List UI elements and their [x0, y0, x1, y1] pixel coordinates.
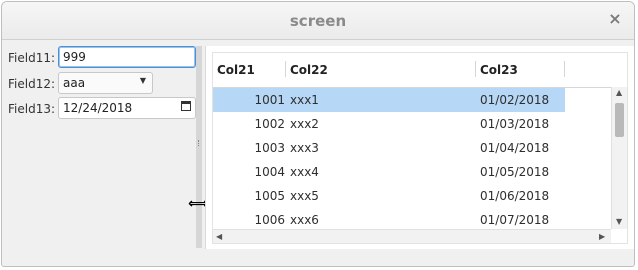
vertical-scroll-thumb[interactable]: [615, 103, 624, 137]
cell-col22: xxx5: [290, 189, 319, 203]
scroll-up-icon[interactable]: ▲: [616, 88, 622, 97]
cell-col22: xxx1: [290, 93, 319, 107]
table-panel: Col21 Col22 Col23 1001 xxx1 01/02/2018 1…: [205, 46, 634, 249]
form-panel: Field11: 999 Field12: aaa ▼ Field13: 12/…: [2, 40, 198, 266]
table-header: Col21 Col22 Col23: [213, 53, 627, 88]
table-row[interactable]: 1005 xxx5 01/06/2018: [213, 184, 565, 208]
cell-col23: 01/03/2018: [480, 117, 550, 131]
table-row[interactable]: 1002 xxx2 01/03/2018: [213, 112, 565, 136]
column-separator[interactable]: [564, 61, 565, 77]
column-separator[interactable]: [475, 61, 476, 77]
window-title: screen: [289, 12, 347, 30]
scroll-down-icon[interactable]: ▼: [616, 217, 622, 226]
field11-label: Field11:: [8, 51, 56, 65]
scroll-left-icon[interactable]: ◀: [216, 232, 222, 241]
dialog-window: screen × Field11: 999 Field12: aaa ▼ Fie…: [1, 1, 635, 267]
cell-col23: 01/04/2018: [480, 141, 550, 155]
cell-col21: 1005: [254, 189, 285, 203]
cell-col23: 01/05/2018: [480, 165, 550, 179]
calendar-icon[interactable]: [181, 101, 191, 111]
divider-grip-icon: [198, 140, 201, 146]
table-row[interactable]: 1004 xxx4 01/05/2018: [213, 160, 565, 184]
table-row[interactable]: 1006 xxx6 01/07/2018: [213, 208, 565, 229]
field11-input[interactable]: 999: [58, 46, 196, 68]
cell-col21: 1003: [254, 141, 285, 155]
cell-col21: 1004: [254, 165, 285, 179]
scroll-right-icon[interactable]: ▶: [599, 232, 605, 241]
field13-row: Field13: 12/24/2018: [8, 97, 198, 121]
title-bar[interactable]: screen ×: [2, 2, 634, 40]
cell-col23: 01/06/2018: [480, 189, 550, 203]
field12-value: aaa: [63, 76, 86, 90]
cell-col23: 01/02/2018: [480, 93, 550, 107]
field12-label: Field12:: [8, 77, 56, 91]
cell-col22: xxx2: [290, 117, 319, 131]
vertical-scrollbar[interactable]: ▲ ▼: [611, 87, 627, 229]
chevron-down-icon: ▼: [139, 76, 146, 85]
cell-col21: 1006: [254, 213, 285, 227]
data-table: Col21 Col22 Col23 1001 xxx1 01/02/2018 1…: [212, 52, 628, 244]
field13-value: 12/24/2018: [63, 101, 133, 115]
close-icon[interactable]: ×: [606, 10, 624, 28]
horizontal-scrollbar[interactable]: ◀ ▶: [213, 229, 611, 243]
column-header-col22[interactable]: Col22: [290, 63, 328, 77]
cell-col21: 1002: [254, 117, 285, 131]
cell-col23: 01/07/2018: [480, 213, 550, 227]
field13-date-input[interactable]: 12/24/2018: [58, 97, 196, 119]
field11-row: Field11: 999: [8, 46, 198, 70]
column-header-col23[interactable]: Col23: [480, 63, 518, 77]
column-header-col21[interactable]: Col21: [217, 63, 255, 77]
table-row[interactable]: 1001 xxx1 01/02/2018: [213, 88, 565, 112]
table-row[interactable]: 1003 xxx3 01/04/2018: [213, 136, 565, 160]
field12-row: Field12: aaa ▼: [8, 72, 198, 96]
split-pane-divider[interactable]: [196, 46, 202, 248]
cell-col22: xxx4: [290, 165, 319, 179]
field12-dropdown[interactable]: aaa ▼: [58, 72, 153, 94]
field13-label: Field13:: [8, 102, 56, 116]
field11-value: 999: [63, 50, 86, 64]
cell-col22: xxx6: [290, 213, 319, 227]
cell-col21: 1001: [254, 93, 285, 107]
column-separator[interactable]: [285, 61, 286, 77]
cell-col22: xxx3: [290, 141, 319, 155]
